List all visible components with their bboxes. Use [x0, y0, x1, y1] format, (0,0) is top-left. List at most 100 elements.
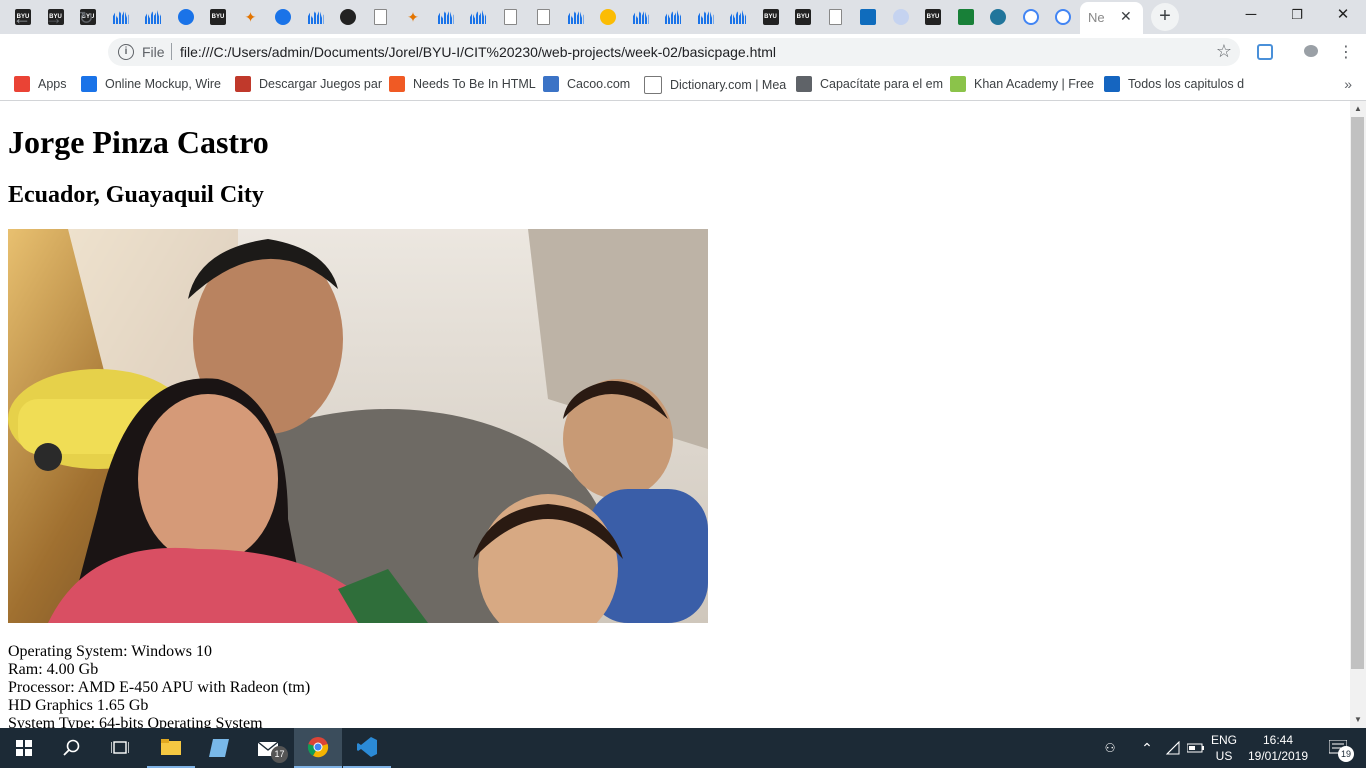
tab[interactable]: [723, 2, 753, 32]
doc-favicon-icon: [504, 9, 517, 25]
tab[interactable]: [496, 2, 526, 32]
bookmark-item[interactable]: Todos los capitulos d: [1104, 76, 1244, 92]
profile-avatar-icon[interactable]: [1304, 45, 1318, 57]
tab[interactable]: [951, 2, 981, 32]
bookmark-item[interactable]: Needs To Be In HTML: [389, 76, 536, 92]
tab[interactable]: [983, 2, 1013, 32]
tab[interactable]: BYU: [756, 2, 786, 32]
start-windows-icon[interactable]: [0, 728, 48, 768]
bookmark-item[interactable]: Capacítate para el em: [796, 76, 943, 92]
address-url[interactable]: file:///C:/Users/admin/Documents/Jorel/B…: [180, 44, 776, 60]
tab[interactable]: BYU: [788, 2, 818, 32]
tab[interactable]: [593, 2, 623, 32]
bookmark-label: Descargar Juegos par: [259, 77, 382, 91]
tab[interactable]: ✦: [398, 2, 428, 32]
cacoo-c-icon: [543, 76, 559, 92]
tab[interactable]: [1048, 2, 1078, 32]
tab[interactable]: [138, 2, 168, 32]
vscode-icon[interactable]: [343, 728, 391, 768]
dark-favicon-icon: [177, 9, 194, 25]
tab[interactable]: [106, 2, 136, 32]
google-favicon-icon: [1022, 9, 1039, 25]
doc-favicon-icon: [374, 9, 387, 25]
new-tab-button[interactable]: +: [1151, 3, 1179, 31]
tab[interactable]: [821, 2, 851, 32]
scroll-down-icon[interactable]: ▼: [1350, 712, 1366, 728]
spec-line: Operating System: Windows 10: [8, 643, 212, 660]
bookmark-star-icon[interactable]: ☆: [1216, 41, 1232, 62]
globe-favicon-icon: [892, 9, 909, 25]
tab[interactable]: [333, 2, 363, 32]
forward-icon[interactable]: →: [42, 6, 66, 30]
family-photo: [8, 229, 708, 623]
battery-icon[interactable]: [1185, 728, 1207, 768]
tab[interactable]: BYU: [918, 2, 948, 32]
tab[interactable]: [1016, 2, 1046, 32]
task-view-icon[interactable]: [96, 728, 144, 768]
address-bar[interactable]: i File file:///C:/Users/admin/Documents/…: [108, 38, 1240, 66]
close-window-button[interactable]: ✕: [1320, 0, 1366, 30]
tab-close-icon[interactable]: ✕: [1120, 8, 1132, 25]
scroll-up-icon[interactable]: ▲: [1350, 101, 1366, 117]
tab[interactable]: [561, 2, 591, 32]
bookmark-item[interactable]: Khan Academy | Free: [950, 76, 1094, 92]
vertical-scrollbar[interactable]: ▲ ▼: [1350, 101, 1366, 728]
bookmark-label: Todos los capitulos d: [1128, 77, 1245, 91]
tab[interactable]: [463, 2, 493, 32]
byu-favicon-icon: BYU: [795, 9, 811, 25]
tab[interactable]: [691, 2, 721, 32]
dark-favicon-icon: [275, 9, 291, 25]
bars-favicon-icon: [665, 9, 681, 25]
people-icon[interactable]: ⚇: [1098, 728, 1122, 768]
bookmark-item[interactable]: Online Mockup, Wire: [81, 76, 221, 92]
tab[interactable]: [886, 2, 916, 32]
tab[interactable]: [528, 2, 558, 32]
minimize-button[interactable]: ─: [1228, 0, 1274, 30]
spec-line: HD Graphics 1.65 Gb: [8, 697, 149, 714]
tab[interactable]: [301, 2, 331, 32]
byu-favicon-icon: BYU: [210, 9, 226, 25]
page-icon: [644, 76, 662, 94]
back-icon[interactable]: ←: [10, 6, 34, 30]
language-indicator[interactable]: ENG US: [1207, 728, 1241, 768]
search-icon[interactable]: [48, 728, 96, 768]
tab[interactable]: [626, 2, 656, 32]
bookmarks-overflow-icon[interactable]: »: [1344, 76, 1352, 92]
bookmark-item[interactable]: Dictionary.com | Mea: [644, 76, 786, 94]
notes-app-icon[interactable]: [195, 728, 243, 768]
site-info-icon[interactable]: i: [118, 44, 134, 60]
show-hidden-icons[interactable]: ⌃: [1136, 728, 1158, 768]
mail-icon[interactable]: 17: [245, 728, 293, 768]
bookmark-item[interactable]: Cacoo.com: [543, 76, 630, 92]
clock[interactable]: 16:44 19/01/2019: [1244, 728, 1312, 768]
maximize-button[interactable]: ❐: [1274, 0, 1320, 30]
chrome-taskbar-icon[interactable]: [294, 728, 342, 768]
bookmark-label: Online Mockup, Wire: [105, 77, 222, 91]
tab[interactable]: [171, 2, 201, 32]
file-explorer-icon[interactable]: [147, 728, 195, 768]
bars-favicon-icon: [145, 9, 161, 25]
bars-favicon-icon: [308, 9, 324, 25]
tab[interactable]: BYU: [203, 2, 233, 32]
extension-icon[interactable]: [1257, 44, 1273, 60]
windows-taskbar: 17 ⚇ ⌃ ENG US 16:44 19/01/2019 19: [0, 728, 1366, 768]
clock-time: 16:44: [1262, 733, 1294, 747]
tab[interactable]: [431, 2, 461, 32]
tab[interactable]: [853, 2, 883, 32]
byu-favicon-icon: BYU: [762, 9, 779, 25]
bookmark-item[interactable]: Descargar Juegos par: [235, 76, 382, 92]
action-center-icon[interactable]: 19: [1318, 728, 1358, 768]
bookmark-item[interactable]: Apps: [14, 76, 67, 92]
tab[interactable]: [366, 2, 396, 32]
scrollbar-thumb[interactable]: [1351, 117, 1364, 669]
doc-favicon-icon: [829, 9, 842, 25]
tab[interactable]: [658, 2, 688, 32]
d-logo-icon: [1104, 76, 1120, 92]
tab-active[interactable]: Ne ✕: [1080, 2, 1143, 34]
google-favicon-icon: [1055, 9, 1071, 25]
wifi-icon[interactable]: [1162, 728, 1184, 768]
tab[interactable]: ✦: [236, 2, 266, 32]
reload-icon[interactable]: ↻: [74, 6, 98, 30]
tab[interactable]: [268, 2, 298, 32]
menu-kebab-icon[interactable]: ⋮: [1338, 42, 1354, 61]
